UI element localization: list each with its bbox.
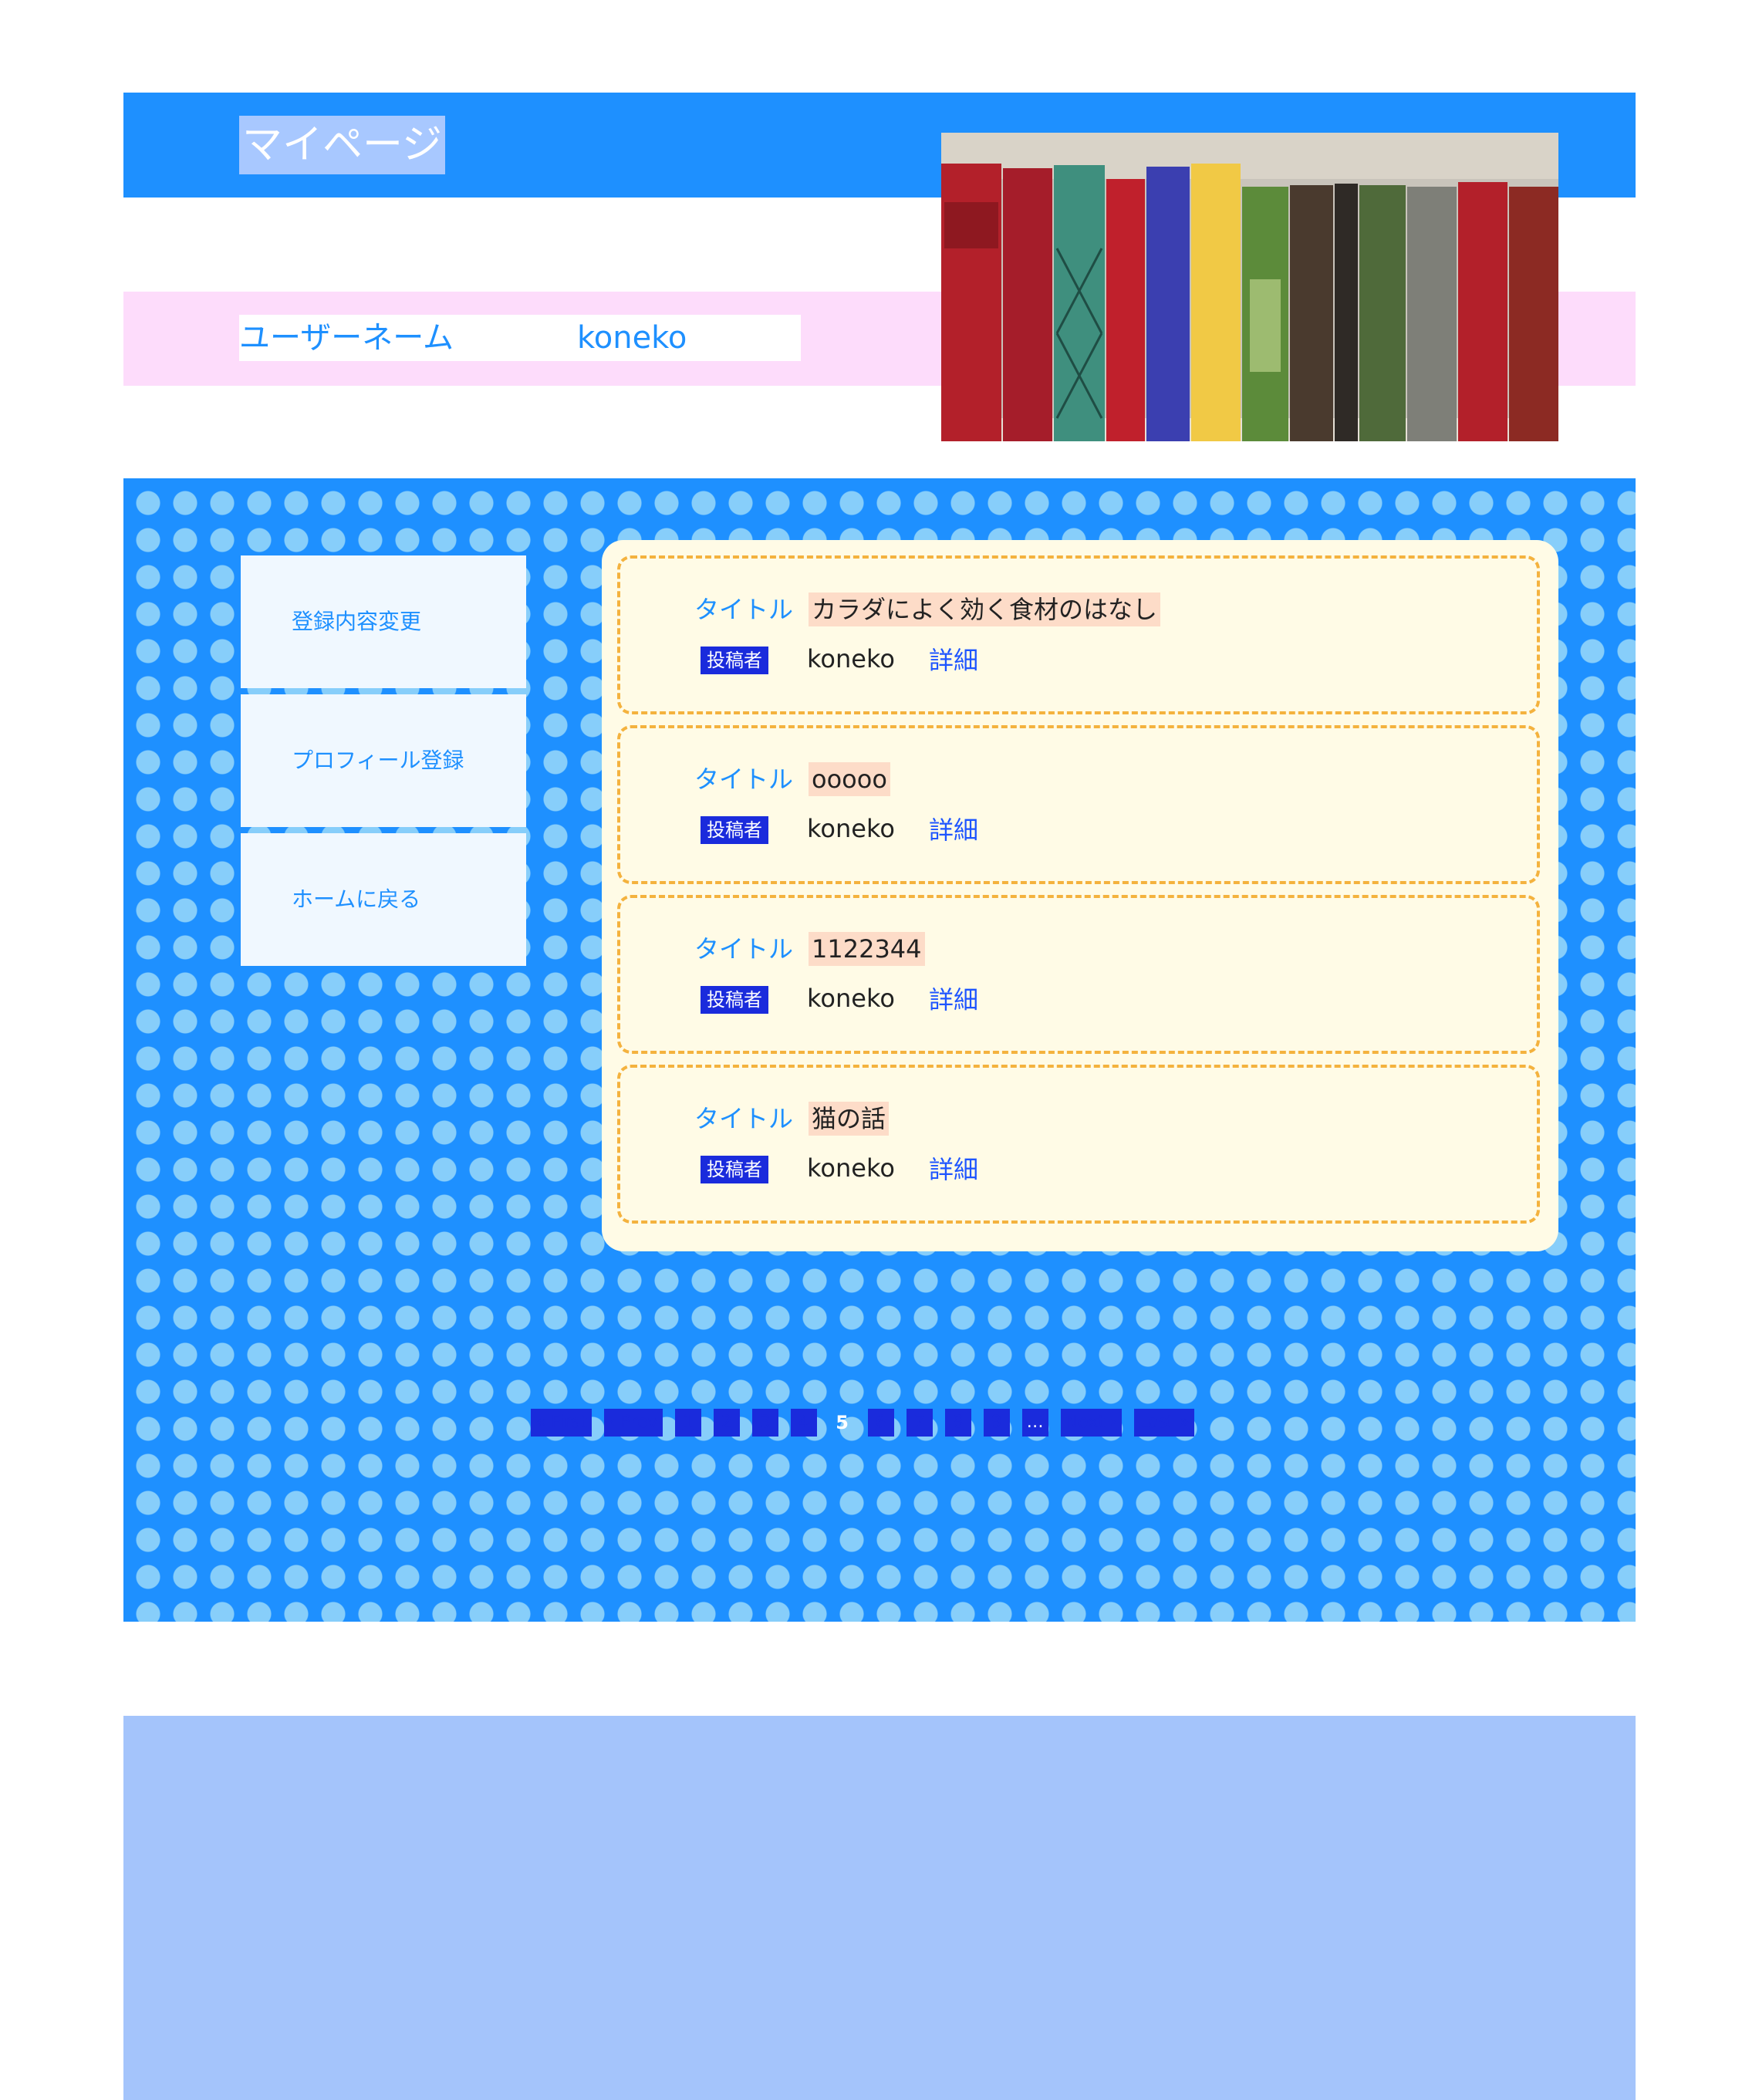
page-gap: … xyxy=(1021,1409,1048,1437)
page-link-6[interactable]: 6 xyxy=(867,1409,894,1437)
author-badge: 投稿者 xyxy=(701,1156,768,1183)
footer xyxy=(123,1716,1636,2100)
post-detail-link[interactable]: 詳細 xyxy=(929,1153,978,1187)
post-title-label: タイトル xyxy=(694,595,794,624)
page-last-link[interactable]: Last » xyxy=(1133,1409,1194,1437)
post-item: タイトル 1122344 投稿者 koneko 詳細 xyxy=(617,895,1540,1054)
page-next-link[interactable]: Next › xyxy=(1060,1409,1122,1437)
post-detail-link[interactable]: 詳細 xyxy=(929,643,978,677)
username-box: ユーザーネーム koneko xyxy=(239,315,801,361)
author-badge: 投稿者 xyxy=(701,647,768,674)
post-title-label: タイトル xyxy=(694,934,794,964)
page-title: マイページ xyxy=(239,116,445,174)
post-detail-link[interactable]: 詳細 xyxy=(929,983,978,1017)
author-badge: 投稿者 xyxy=(701,986,768,1014)
post-title-label: タイトル xyxy=(694,765,794,794)
menu-profile-registration[interactable]: プロフィール登録 xyxy=(241,694,526,827)
post-title: カラダによく効く食材のはなし xyxy=(809,593,1161,626)
post-author: koneko xyxy=(807,644,895,674)
page-link-9[interactable]: 9 xyxy=(983,1409,1010,1437)
post-author: koneko xyxy=(807,984,895,1013)
post-list: タイトル カラダによく効く食材のはなし 投稿者 koneko 詳細 タイトル o… xyxy=(602,540,1558,1251)
pagination: « First ‹ Prev 1 2 3 4 5 6 7 8 9 … Next … xyxy=(531,1409,1194,1437)
page-first-link[interactable]: « First xyxy=(531,1409,592,1437)
post-title-label: タイトル xyxy=(694,1104,794,1133)
side-menu: 登録内容変更 プロフィール登録 ホームに戻る xyxy=(241,555,526,972)
post-item: タイトル ooooo 投稿者 koneko 詳細 xyxy=(617,725,1540,884)
username-value: koneko xyxy=(577,320,687,356)
page-link-4[interactable]: 4 xyxy=(790,1409,817,1437)
page-link-8[interactable]: 8 xyxy=(944,1409,971,1437)
books-image xyxy=(941,133,1558,441)
page-link-2[interactable]: 2 xyxy=(713,1409,740,1437)
post-title: 猫の話 xyxy=(809,1102,890,1136)
post-detail-link[interactable]: 詳細 xyxy=(929,813,978,847)
username-label: ユーザーネーム xyxy=(239,320,454,356)
page-link-7[interactable]: 7 xyxy=(906,1409,933,1437)
page-link-1[interactable]: 1 xyxy=(674,1409,701,1437)
author-badge: 投稿者 xyxy=(701,816,768,844)
menu-edit-registration[interactable]: 登録内容変更 xyxy=(241,555,526,688)
post-item: タイトル カラダによく効く食材のはなし 投稿者 koneko 詳細 xyxy=(617,555,1540,714)
post-title: 1122344 xyxy=(809,932,925,966)
post-author: koneko xyxy=(807,814,895,843)
post-author: koneko xyxy=(807,1153,895,1183)
page-current: 5 xyxy=(836,1412,849,1433)
page-prev-link[interactable]: ‹ Prev xyxy=(603,1409,663,1437)
menu-back-home[interactable]: ホームに戻る xyxy=(241,833,526,966)
post-title: ooooo xyxy=(809,762,890,796)
page-link-3[interactable]: 3 xyxy=(751,1409,778,1437)
post-item: タイトル 猫の話 投稿者 koneko 詳細 xyxy=(617,1065,1540,1224)
